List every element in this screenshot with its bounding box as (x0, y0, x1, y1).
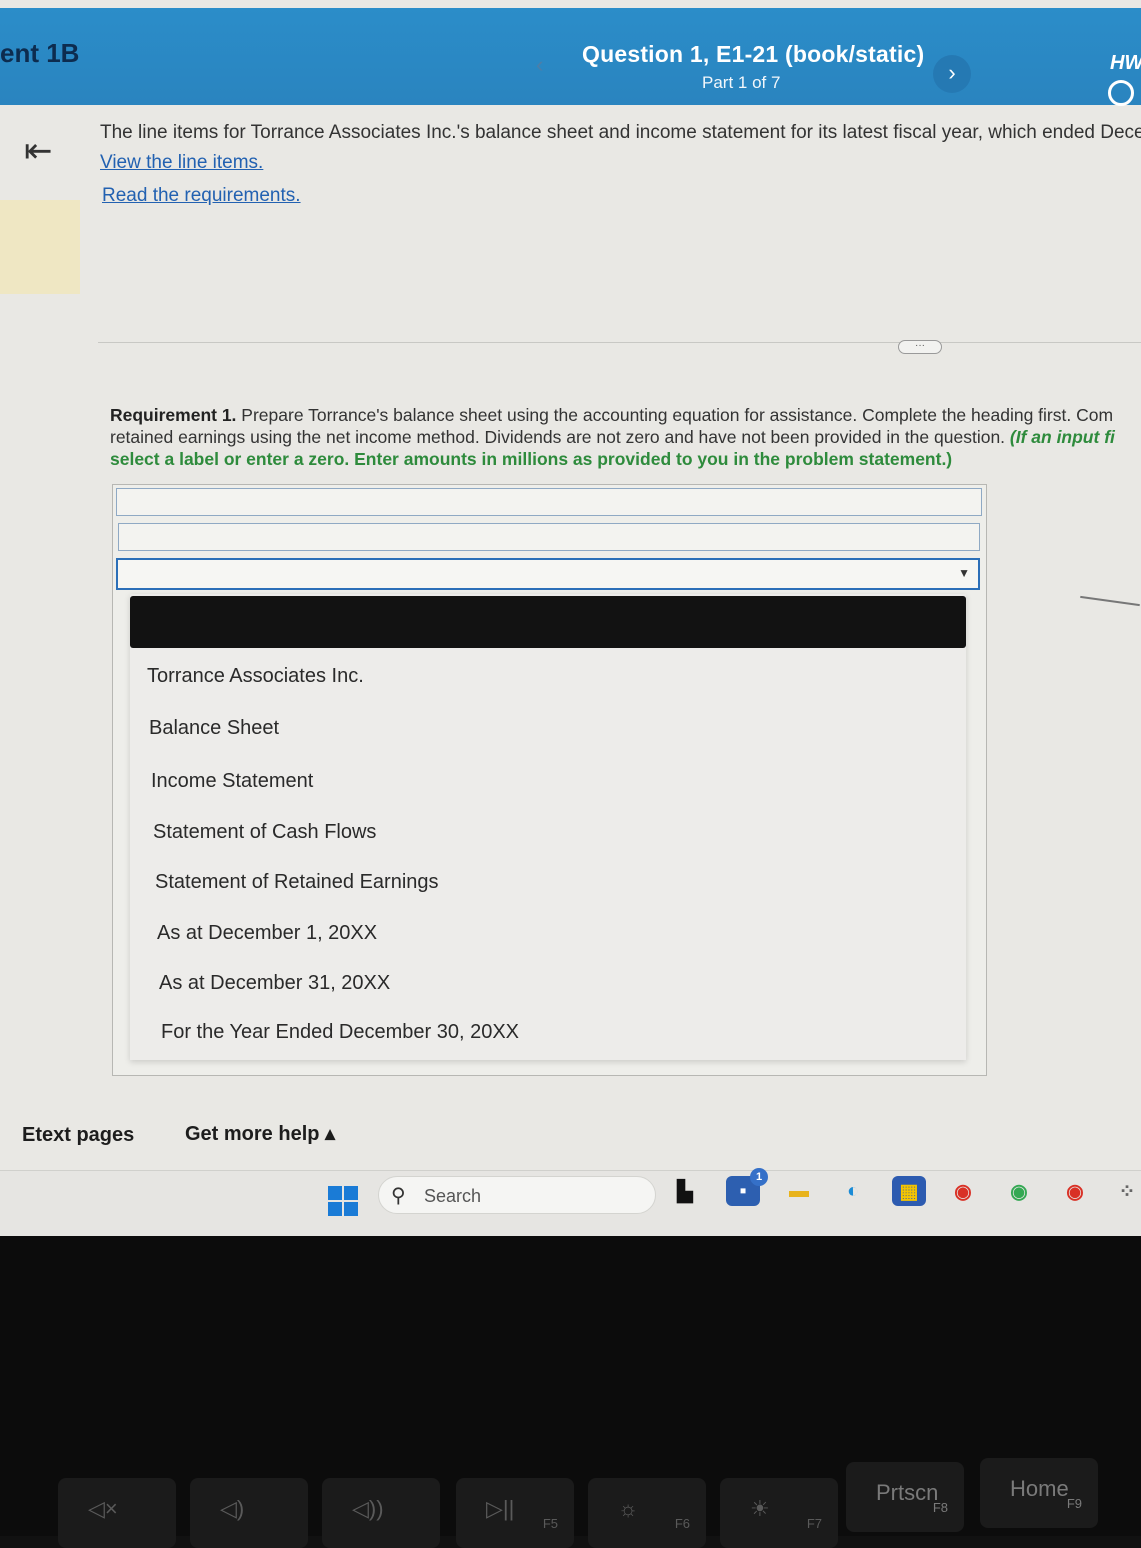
pen-mark (1080, 595, 1140, 607)
search-icon: ⚲ (391, 1185, 406, 1207)
heading-statement-input[interactable] (118, 523, 980, 551)
chevron-down-icon: ▼ (958, 566, 970, 580)
heading-company-input[interactable] (116, 488, 982, 516)
notification-badge: 1 (750, 1168, 768, 1186)
question-part: Part 1 of 7 (702, 73, 781, 92)
dropdown-option[interactable]: As at December 1, 20XX (157, 922, 377, 945)
chrome-icon[interactable]: ◉ (946, 1176, 980, 1206)
expand-more-button[interactable]: ··· (898, 340, 942, 354)
file-explorer-icon[interactable]: ▬ (782, 1176, 816, 1206)
hw-score-label: HW (1110, 52, 1141, 74)
dropdown-option[interactable]: Balance Sheet (149, 717, 279, 740)
requirement-text: Requirement 1. Prepare Torrance's balanc… (110, 404, 1141, 470)
teams-icon[interactable]: ▪ 1 (726, 1168, 768, 1206)
keyboard-key: ☼ F6 (588, 1478, 706, 1548)
heading-date-select[interactable]: ▼ (116, 558, 980, 590)
store-icon[interactable]: ▦ (892, 1176, 926, 1206)
windows-start-icon[interactable] (328, 1186, 358, 1216)
requirement-hint-italic: (If an input fi (1009, 427, 1115, 447)
overflow-icon[interactable]: ⁘ (1110, 1176, 1141, 1206)
requirement-hint: select a label or enter a zero. Enter am… (110, 449, 953, 469)
view-line-items-link[interactable]: View the line items. (100, 152, 263, 174)
requirement-label: Requirement 1. (110, 405, 237, 425)
problem-intro: The line items for Torrance Associates I… (100, 122, 1141, 143)
question-header: ent 1B ‹ Question 1, E1-21 (book/static)… (0, 8, 1141, 106)
previous-question-button[interactable]: ‹ (536, 52, 543, 78)
prtscn-key: Prtscn F8 (846, 1462, 964, 1532)
chrome-profile-2-icon[interactable]: ◉ (1058, 1176, 1092, 1206)
taskbar-search-input[interactable]: ⚲ Search (378, 1176, 656, 1214)
dropdown-option-blank[interactable] (130, 596, 966, 648)
chrome-profile-icon[interactable]: ◉ (1002, 1176, 1036, 1206)
keyboard-key: ☀ F7 (720, 1478, 838, 1548)
edge-browser-icon[interactable]: ◐ (836, 1176, 870, 1206)
keyboard-key: ▷|| F5 (456, 1478, 574, 1548)
next-question-button[interactable]: › (933, 55, 971, 93)
keyboard-key: ◁) (190, 1478, 308, 1548)
side-panel-tab[interactable] (0, 200, 80, 294)
read-requirements-link[interactable]: Read the requirements. (102, 185, 301, 207)
collapse-panel-icon[interactable]: ⇤ (24, 134, 53, 168)
browser-screen: ent 1B ‹ Question 1, E1-21 (book/static)… (0, 0, 1141, 1236)
etext-pages-link[interactable]: Etext pages (22, 1124, 134, 1147)
dropdown-option[interactable]: Income Statement (151, 770, 313, 793)
requirement-text-line1: Prepare Torrance's balance sheet using t… (236, 405, 1114, 425)
heading-dropdown-menu: Torrance Associates Inc. Balance Sheet I… (130, 594, 966, 1060)
dropdown-option[interactable]: Torrance Associates Inc. (147, 665, 364, 688)
keyboard-key: ◁× (58, 1478, 176, 1548)
keyboard-key: ◁)) (322, 1478, 440, 1548)
search-placeholder: Search (424, 1186, 482, 1206)
dropdown-option[interactable]: For the Year Ended December 30, 20XX (161, 1021, 519, 1044)
section-divider (98, 342, 1141, 343)
task-view-icon[interactable]: ▙ (668, 1176, 702, 1206)
question-title: Question 1, E1-21 (book/static) (582, 41, 925, 67)
dropdown-option[interactable]: Statement of Cash Flows (153, 821, 376, 844)
assignment-title: ent 1B (0, 38, 80, 68)
dropdown-option[interactable]: As at December 31, 20XX (159, 972, 390, 995)
home-key: Home F9 (980, 1458, 1098, 1528)
dropdown-option[interactable]: Statement of Retained Earnings (155, 871, 439, 894)
requirement-text-line2: retained earnings using the net income m… (110, 427, 1010, 447)
hw-progress-icon (1108, 80, 1134, 106)
get-more-help-button[interactable]: Get more help ▴ (185, 1121, 335, 1146)
